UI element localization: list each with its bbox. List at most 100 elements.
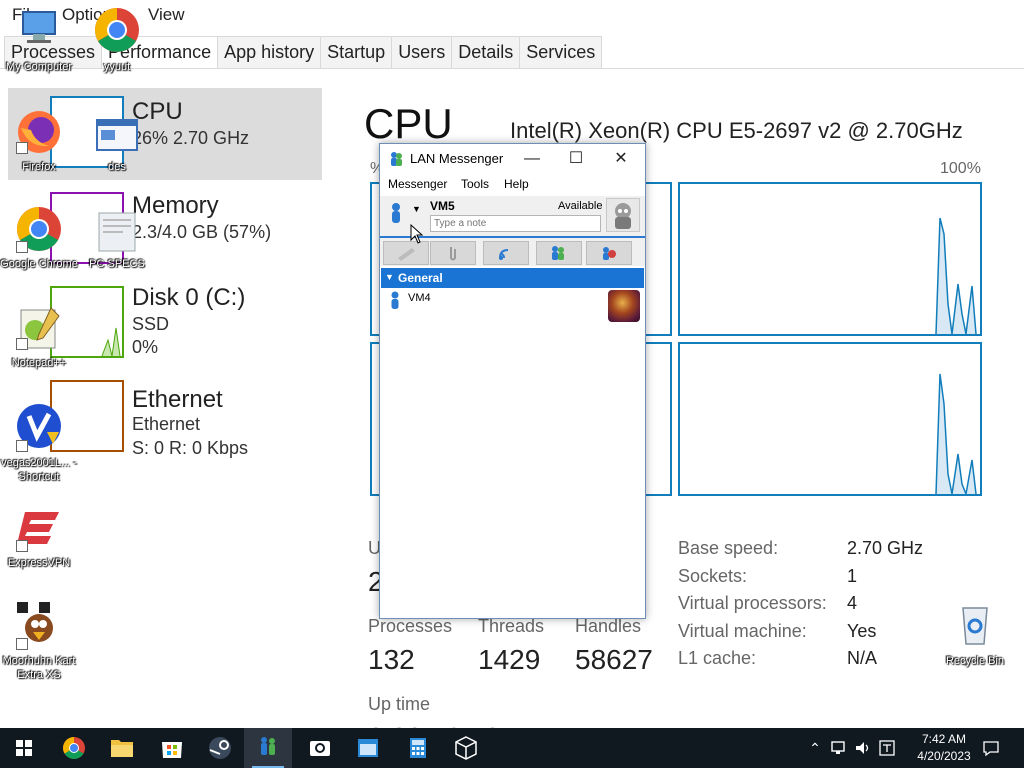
taskbar-store[interactable] [148, 728, 196, 768]
taskbar-steam[interactable] [196, 728, 244, 768]
desktop-icon-label: Recycle Bin [945, 655, 1005, 667]
user-name: VM5 [430, 199, 455, 213]
taskbar-lan-messenger[interactable] [244, 728, 292, 768]
lan-messenger-titlebar[interactable]: LAN Messenger — ☐ ✕ [380, 144, 645, 174]
chrome-icon [63, 737, 85, 759]
add-contact-button[interactable] [536, 241, 582, 265]
pencil-icon [398, 248, 415, 261]
send-message-button[interactable] [383, 241, 429, 265]
lan-messenger-title: LAN Messenger [410, 151, 504, 166]
menu-messenger[interactable]: Messenger [388, 177, 447, 191]
desktop-icon-label: Firefox [22, 161, 56, 173]
sidebar-disk-value: 0% [132, 337, 159, 357]
spec-value-base-speed: 2.70 GHz [847, 538, 924, 558]
status-user-icon[interactable] [390, 202, 402, 224]
shortcut-arrow-icon [16, 241, 28, 253]
windows-start-icon [16, 740, 32, 756]
contact-settings-button[interactable] [586, 241, 632, 265]
desktop-icon-label: Notepad++ [11, 357, 67, 369]
menu-help[interactable]: Help [504, 177, 529, 191]
desktop-icon-label: des [108, 161, 126, 173]
desktop-icon-pc-specs[interactable]: PC SPECS [80, 203, 154, 273]
desktop-icon-moorhuhn-kart[interactable]: Moorhuhn Kart Extra XS [2, 600, 76, 684]
tab-startup[interactable]: Startup [320, 36, 393, 68]
cpu-model: Intel(R) Xeon(R) CPU E5-2697 v2 @ 2.70GH… [510, 118, 963, 143]
tab-details[interactable]: Details [451, 36, 521, 68]
desktop-icon-firefox[interactable]: Firefox [2, 106, 76, 176]
desktop-icon-recycle-bin[interactable]: Recycle Bin [938, 600, 1012, 670]
desktop-icon-yyuut[interactable]: yyuut [80, 4, 154, 74]
cpu-graph-1-line [935, 217, 977, 334]
contact-status-icon [391, 291, 399, 309]
desktop-icon-label: ExpressVPN [7, 557, 71, 569]
taskbar-chrome[interactable] [50, 728, 98, 768]
clock-time[interactable]: 7:42 AM [916, 732, 972, 746]
spec-label-base-speed: Base speed: [678, 538, 779, 558]
processes-value: 132 [368, 644, 415, 675]
broadcast-button[interactable] [483, 241, 529, 265]
lan-messenger-menubar: Messenger Tools Help [380, 174, 645, 196]
cpu-graph-1 [678, 182, 982, 336]
cpu-graph-3 [678, 342, 982, 496]
recycle-bin-icon [962, 607, 988, 645]
taskbar-file-explorer[interactable] [98, 728, 146, 768]
tab-services[interactable]: Services [519, 36, 603, 68]
user-avatar[interactable] [606, 198, 640, 232]
volume-icon[interactable] [854, 739, 872, 757]
sidebar-disk-type: SSD [132, 314, 170, 334]
taskbar-calculator[interactable] [394, 728, 442, 768]
desktop-icon-label: Moorhuhn Kart Extra XS [2, 655, 76, 681]
network-icon[interactable] [830, 739, 848, 757]
cpu-heading: CPU [364, 100, 453, 147]
shortcut-arrow-icon [16, 142, 28, 154]
tab-app-history[interactable]: App history [217, 36, 322, 68]
store-icon [162, 742, 182, 758]
desktop-icon-notepad-plus-plus[interactable]: Notepad++ [2, 302, 76, 372]
desktop-icon-expressvpn[interactable]: ExpressVPN [2, 504, 76, 574]
desktop-icon-des[interactable]: des [80, 106, 154, 176]
spec-label-l1-cache: L1 cache: [678, 648, 757, 668]
shortcut-arrow-icon [16, 638, 28, 650]
start-button[interactable] [0, 728, 48, 768]
spec-value-virtual-machine: Yes [847, 621, 877, 641]
sidebar-disk-title: Disk 0 (C:) [132, 284, 246, 311]
status-dropdown-arrow-icon[interactable]: ▼ [412, 204, 421, 214]
desktop-icon-label: Google Chrome [0, 258, 78, 270]
shortcut-arrow-icon [16, 540, 28, 552]
note-input[interactable] [430, 215, 601, 232]
folder-window-icon [96, 119, 138, 151]
computer-icon [22, 11, 56, 43]
group-collapse-icon[interactable]: ▼ [385, 272, 394, 282]
tab-users[interactable]: Users [391, 36, 453, 68]
menu-tools[interactable]: Tools [461, 177, 489, 191]
handles-label: Handles [575, 616, 642, 636]
minimize-button[interactable]: — [510, 147, 554, 171]
clock-date[interactable]: 4/20/2023 [910, 749, 978, 763]
spec-value-virtual-processors: 4 [847, 593, 858, 613]
taskbar: ⌃ 7:42 AM 4/20/2023 [0, 728, 1024, 768]
taskbar-calendar[interactable] [344, 728, 392, 768]
desktop-icon-vegas[interactable]: vegas2001L... - Shortcut [1, 402, 77, 486]
chrome-icon [95, 8, 139, 52]
contact-group-header[interactable]: ▼ General [381, 268, 644, 288]
cpu-graph-3-line [935, 373, 977, 494]
taskbar-3d-viewer[interactable] [442, 728, 490, 768]
sidebar-ethernet-name: Ethernet [132, 414, 201, 434]
close-button[interactable]: ✕ [599, 147, 643, 171]
taskbar-camera[interactable] [296, 728, 344, 768]
users-settings-icon [603, 247, 616, 260]
handles-value: 58627 [575, 644, 653, 675]
camera-icon [310, 741, 330, 756]
send-file-button[interactable] [430, 241, 476, 265]
desktop-icon-google-chrome[interactable]: Google Chrome [0, 203, 78, 287]
sidebar-ethernet-value: S: 0 R: 0 Kbps [132, 438, 249, 458]
contact-list-item[interactable]: VM4 [380, 288, 645, 324]
show-hidden-icons-chevron[interactable]: ⌃ [806, 739, 824, 757]
maximize-button[interactable]: ☐ [554, 147, 598, 171]
shortcut-arrow-icon [16, 338, 28, 350]
language-icon[interactable] [878, 739, 896, 757]
user-status[interactable]: Available [558, 200, 602, 212]
desktop-icon-label: vegas2001L... - Shortcut [1, 457, 77, 483]
notifications-icon[interactable] [982, 739, 1000, 757]
desktop-icon-my-computer[interactable]: My Computer [2, 4, 76, 74]
